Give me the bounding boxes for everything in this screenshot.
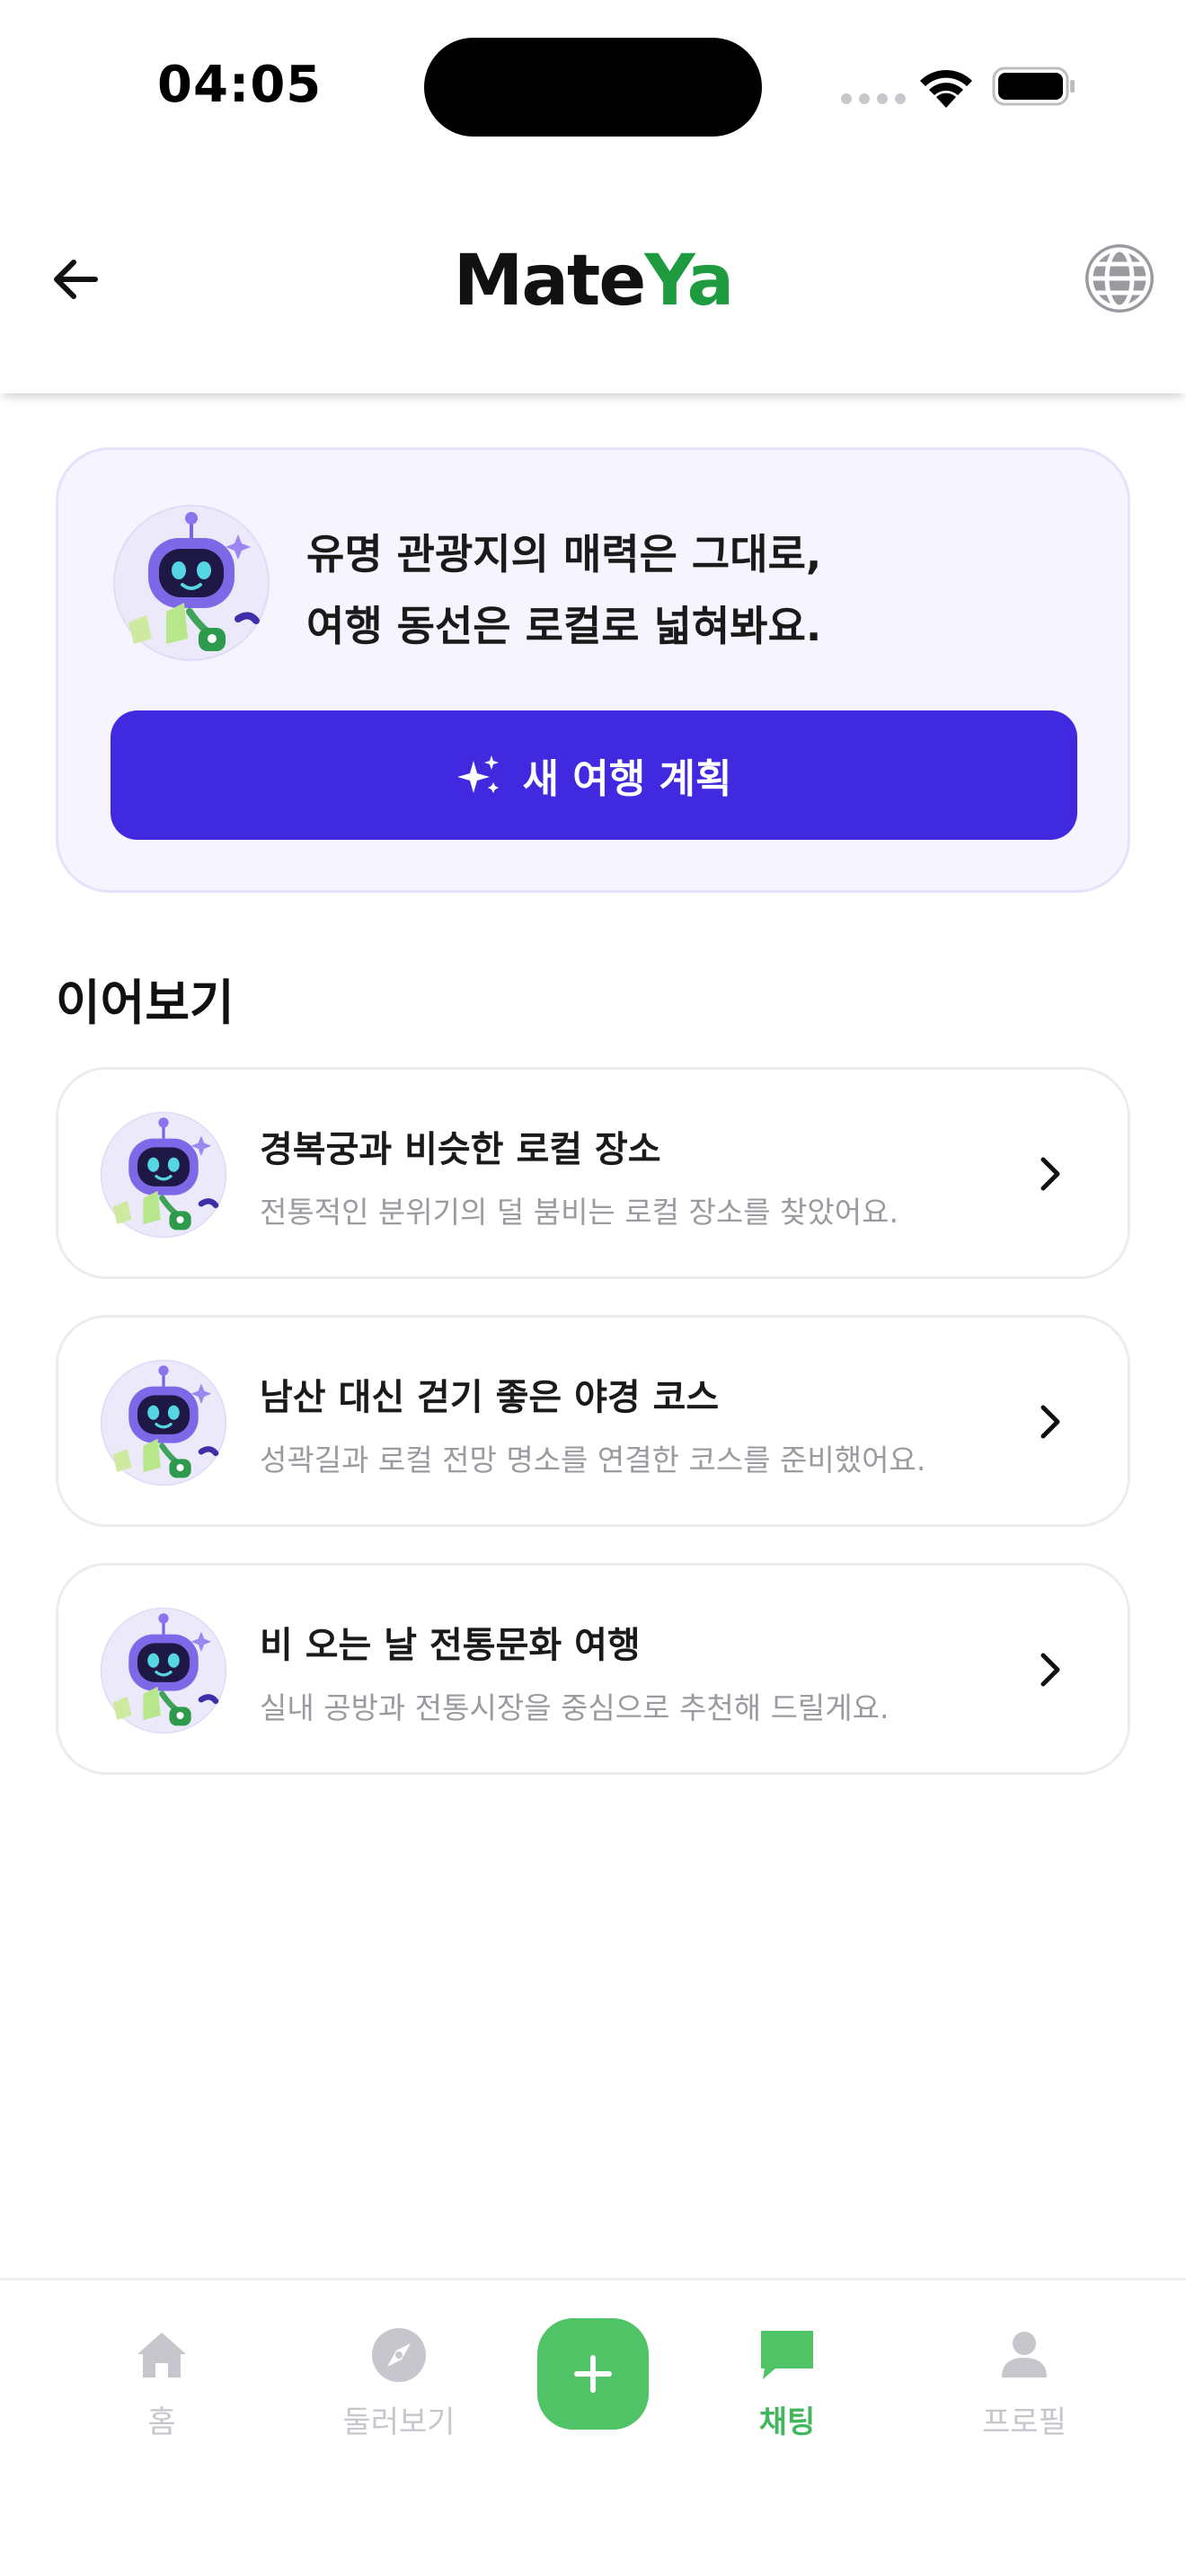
tab-profile-label: 프로필 [982, 2404, 1067, 2440]
chat-title: 경복궁과 비슷한 로컬 장소 [260, 1129, 661, 1170]
chat-card[interactable]: 경복궁과 비슷한 로컬 장소 전통적인 분위기의 덜 붐비는 로컬 장소를 찾았… [56, 1067, 1130, 1279]
tab-profile[interactable]: 프로필 [934, 2324, 1114, 2441]
robot-mascot-icon [100, 1607, 227, 1734]
hero-message: 유명 관광지의 매력은 그대로, 여행 동선은 로컬로 넓혀봐요. [306, 518, 821, 662]
globe-icon[interactable] [1082, 241, 1157, 316]
chat-subtitle: 성곽길과 로컬 전망 명소를 연결한 코스를 준비했어요. [260, 1442, 926, 1478]
robot-mascot-icon [100, 1111, 227, 1239]
chat-subtitle: 실내 공방과 전통시장을 중심으로 추천해 드릴게요. [260, 1690, 890, 1725]
status-time: 04:05 [157, 56, 323, 114]
plus-icon [574, 2355, 612, 2393]
app-logo: MateYa [0, 241, 1186, 322]
chat-title: 비 오는 날 전통문화 여행 [260, 1625, 641, 1666]
logo-mate: Mate [453, 241, 646, 322]
hero-line-1: 유명 관광지의 매력은 그대로, [306, 530, 822, 578]
logo-ya: Ya [644, 241, 734, 322]
battery-icon [992, 66, 1075, 106]
chat-card[interactable]: 남산 대신 걷기 좋은 야경 코스 성곽길과 로컬 전망 명소를 연결한 코스를… [56, 1315, 1130, 1527]
chat-card[interactable]: 비 오는 날 전통문화 여행 실내 공방과 전통시장을 중심으로 추천해 드릴게… [56, 1563, 1130, 1775]
wifi-icon [920, 69, 972, 108]
person-icon [1002, 2332, 1047, 2378]
tab-chat-label: 채팅 [758, 2404, 816, 2440]
chevron-right-icon [1040, 1405, 1060, 1439]
status-bar: 04:05 [0, 0, 1186, 171]
tab-explore[interactable]: 둘러보기 [309, 2324, 489, 2441]
robot-mascot-icon [100, 1359, 227, 1486]
home-icon [137, 2333, 186, 2378]
bottom-tab-bar: 홈 둘러보기 채팅 프로필 [0, 2278, 1186, 2576]
section-title: 이어보기 [56, 975, 235, 1031]
chat-title: 남산 대신 걷기 좋은 야경 코스 [260, 1377, 720, 1418]
new-trip-plan-button[interactable]: 새 여행 계획 [111, 710, 1077, 840]
tab-home[interactable]: 홈 [72, 2324, 252, 2441]
dynamic-island [424, 38, 762, 137]
new-trip-plan-label: 새 여행 계획 [522, 756, 732, 802]
chevron-right-icon [1040, 1157, 1060, 1191]
app-header: MateYa [0, 171, 1186, 393]
chat-bubble-icon [761, 2331, 813, 2379]
chevron-right-icon [1040, 1653, 1060, 1687]
tab-explore-label: 둘러보기 [342, 2404, 456, 2440]
compass-icon [372, 2328, 426, 2382]
sparkle-icon [457, 755, 500, 793]
chat-subtitle: 전통적인 분위기의 덜 붐비는 로컬 장소를 찾았어요. [260, 1195, 898, 1230]
add-button[interactable] [537, 2318, 649, 2430]
robot-mascot-icon [113, 505, 270, 661]
tab-chat[interactable]: 채팅 [697, 2324, 877, 2441]
cellular-signal-icon [841, 93, 906, 104]
hero-card: 유명 관광지의 매력은 그대로, 여행 동선은 로컬로 넓혀봐요. 새 여행 계… [56, 447, 1130, 893]
hero-line-2: 여행 동선은 로컬로 넓혀봐요. [306, 602, 822, 650]
tab-home-label: 홈 [147, 2404, 176, 2440]
